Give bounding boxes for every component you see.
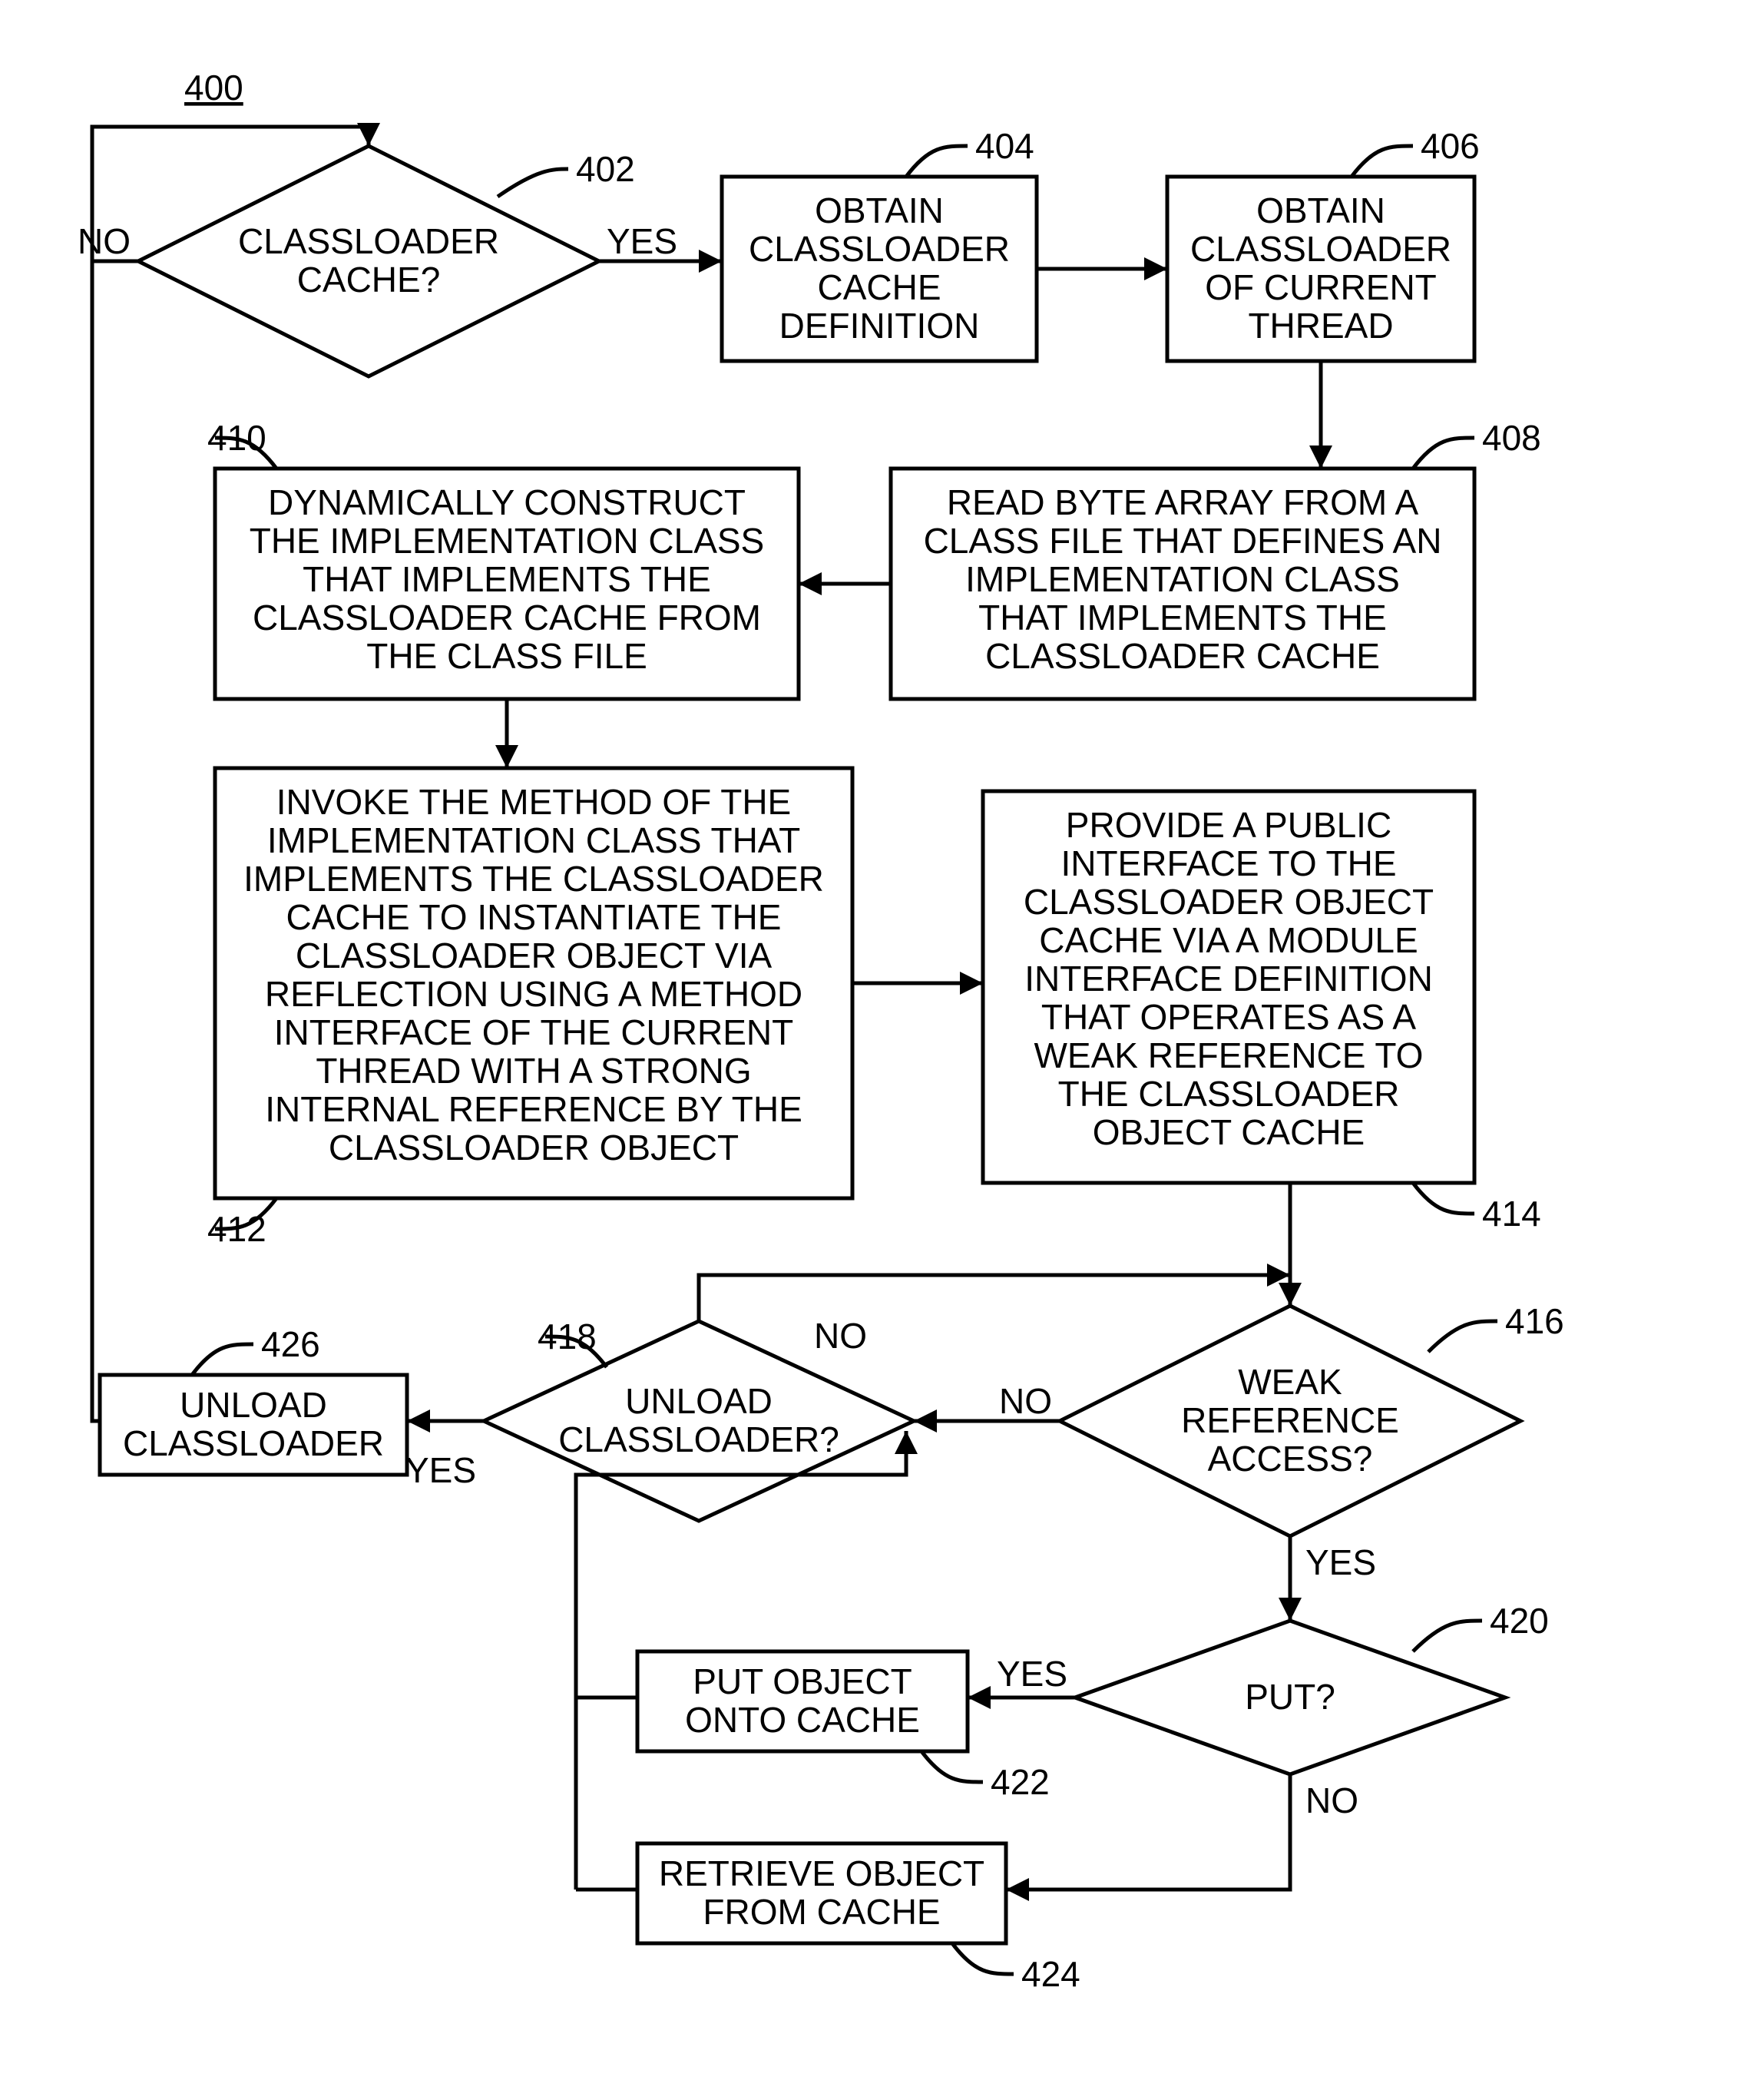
node-410-l3: THAT IMPLEMENTS THE [303, 559, 711, 599]
node-408-l4: THAT IMPLEMENTS THE [978, 598, 1387, 638]
node-402-ref: 402 [576, 149, 635, 189]
figure-number-label: 400 [184, 68, 243, 108]
node-412-ref: 412 [207, 1209, 266, 1249]
node-426-l1: UNLOAD [180, 1385, 327, 1425]
node-410-l1: DYNAMICALLY CONSTRUCT [268, 482, 746, 522]
node-408-l5: CLASSLOADER CACHE [985, 636, 1380, 676]
node-416-no-label: NO [999, 1381, 1052, 1421]
node-412-l7: INTERFACE OF THE CURRENT [274, 1012, 793, 1052]
node-408-l1: READ BYTE ARRAY FROM A [947, 482, 1419, 522]
node-410: DYNAMICALLY CONSTRUCT THE IMPLEMENTATION… [215, 469, 799, 699]
node-416-l3: ACCESS? [1208, 1439, 1373, 1479]
node-406-l2: CLASSLOADER [1190, 229, 1451, 269]
node-412-l10: CLASSLOADER OBJECT [329, 1128, 739, 1168]
node-414-l6: THAT OPERATES AS A [1041, 997, 1417, 1037]
node-404-l2: CLASSLOADER [749, 229, 1010, 269]
node-420: PUT? [1075, 1621, 1505, 1774]
node-404-ref: 404 [975, 126, 1034, 166]
node-412: INVOKE THE METHOD OF THE IMPLEMENTATION … [215, 768, 852, 1198]
node-416-l2: REFERENCE [1181, 1400, 1399, 1440]
node-408-l2: CLASS FILE THAT DEFINES AN [924, 521, 1442, 561]
node-414-ref: 414 [1482, 1194, 1541, 1234]
node-418-l2: CLASSLOADER? [558, 1419, 839, 1459]
edge-426-402 [92, 261, 100, 1421]
node-420-ref: 420 [1490, 1601, 1549, 1641]
node-408: READ BYTE ARRAY FROM A CLASS FILE THAT D… [891, 469, 1474, 699]
node-410-l5: THE CLASS FILE [366, 636, 647, 676]
node-418-ref: 418 [538, 1317, 597, 1356]
node-404-l1: OBTAIN [815, 190, 944, 230]
node-410-l2: THE IMPLEMENTATION CLASS [250, 521, 765, 561]
node-424: RETRIEVE OBJECT FROM CACHE [637, 1843, 1006, 1943]
node-418-yes-label: YES [405, 1450, 476, 1490]
node-414-l2: INTERFACE TO THE [1060, 843, 1396, 883]
node-418-no-label: NO [814, 1316, 867, 1356]
node-422: PUT OBJECT ONTO CACHE [637, 1651, 968, 1751]
node-412-l9: INTERNAL REFERENCE BY THE [265, 1089, 802, 1129]
node-414-l4: CACHE VIA A MODULE [1039, 920, 1418, 960]
node-414-l8: THE CLASSLOADER [1058, 1074, 1400, 1114]
node-412-l2: IMPLEMENTATION CLASS THAT [267, 820, 800, 860]
node-404: OBTAIN CLASSLOADER CACHE DEFINITION [722, 177, 1037, 361]
node-414-l9: OBJECT CACHE [1093, 1112, 1365, 1152]
node-410-ref: 410 [207, 418, 266, 458]
node-412-l1: INVOKE THE METHOD OF THE [276, 782, 791, 822]
node-424-l2: FROM CACHE [703, 1892, 940, 1932]
node-402-line1: CLASSLOADER [238, 221, 499, 261]
node-404-l4: DEFINITION [779, 306, 980, 346]
node-426-l2: CLASSLOADER [123, 1423, 384, 1463]
node-402-yes-label: YES [607, 221, 677, 261]
node-408-ref: 408 [1482, 418, 1541, 458]
node-402-line2: CACHE? [297, 260, 441, 300]
node-412-l4: CACHE TO INSTANTIATE THE [286, 897, 782, 937]
node-414-l3: CLASSLOADER OBJECT [1024, 882, 1434, 922]
edge-418-no-loop [699, 1275, 1290, 1321]
node-416: WEAK REFERENCE ACCESS? [1060, 1306, 1520, 1536]
node-412-l5: CLASSLOADER OBJECT VIA [296, 936, 773, 975]
node-426: UNLOAD CLASSLOADER [100, 1375, 407, 1475]
node-420-yes-label: YES [997, 1654, 1067, 1694]
node-416-l1: WEAK [1238, 1362, 1342, 1402]
node-422-l2: ONTO CACHE [685, 1700, 920, 1740]
node-404-l3: CACHE [817, 267, 941, 307]
node-418-l1: UNLOAD [625, 1381, 773, 1421]
node-410-l4: CLASSLOADER CACHE FROM [253, 598, 761, 638]
node-406-ref: 406 [1421, 126, 1480, 166]
node-424-l1: RETRIEVE OBJECT [659, 1853, 984, 1893]
node-416-yes-label: YES [1305, 1542, 1376, 1582]
node-422-l1: PUT OBJECT [693, 1661, 912, 1701]
node-406-l3: OF CURRENT [1205, 267, 1437, 307]
node-414-l7: WEAK REFERENCE TO [1034, 1035, 1424, 1075]
node-412-l6: REFLECTION USING A METHOD [265, 974, 802, 1014]
node-408-l3: IMPLEMENTATION CLASS [965, 559, 1400, 599]
node-402: CLASSLOADER CACHE? [138, 146, 599, 376]
node-414: PROVIDE A PUBLIC INTERFACE TO THE CLASSL… [983, 791, 1474, 1183]
node-406: OBTAIN CLASSLOADER OF CURRENT THREAD [1167, 177, 1474, 361]
node-402-no-label: NO [78, 221, 131, 261]
node-420-no-label: NO [1305, 1780, 1358, 1820]
node-412-l8: THREAD WITH A STRONG [316, 1051, 751, 1091]
node-414-l5: INTERFACE DEFINITION [1024, 959, 1433, 999]
node-424-ref: 424 [1021, 1954, 1080, 1994]
node-426-ref: 426 [261, 1324, 320, 1364]
node-416-ref: 416 [1505, 1301, 1564, 1341]
node-420-l1: PUT? [1245, 1677, 1335, 1717]
node-406-l4: THREAD [1248, 306, 1393, 346]
node-414-l1: PROVIDE A PUBLIC [1066, 805, 1391, 845]
node-406-l1: OBTAIN [1256, 190, 1385, 230]
node-422-ref: 422 [991, 1762, 1050, 1802]
node-412-l3: IMPLEMENTS THE CLASSLOADER [243, 859, 824, 899]
